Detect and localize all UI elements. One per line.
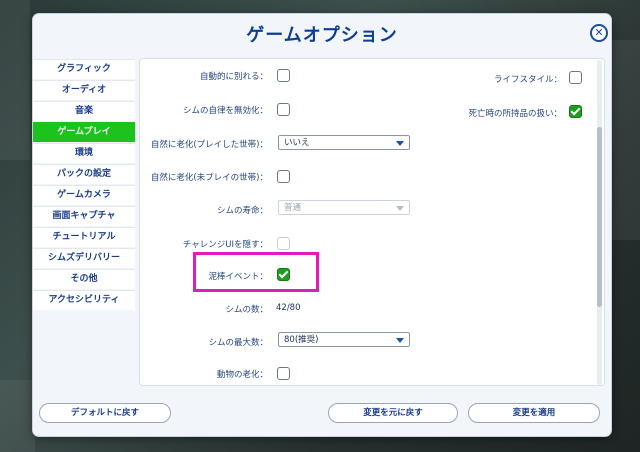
aging-played-value: いいえ [284, 138, 310, 148]
highlight-box [193, 252, 319, 292]
auto-breakup-label: 自動的に別れる： [199, 72, 268, 82]
scrollbar-thumb[interactable] [597, 127, 602, 307]
chevron-down-icon [396, 206, 404, 211]
sidebar-item-0[interactable]: グラフィック [33, 59, 135, 79]
sim-count-value: 42/80 [276, 303, 301, 313]
chevron-down-icon [396, 338, 404, 343]
sidebar-item-10[interactable]: その他 [33, 269, 135, 289]
auto-breakup-checkbox[interactable] [277, 69, 290, 82]
lifespan-label: シムの寿命： [216, 206, 268, 216]
disable-autonomy-checkbox[interactable] [277, 103, 290, 116]
death-inventory-checkbox[interactable] [569, 105, 582, 118]
lifespan-select[interactable]: 普通 [278, 200, 410, 215]
max-sims-value: 80(推奨) [284, 335, 319, 345]
sidebar-item-3[interactable]: ゲームプレイ [33, 122, 135, 142]
disable-autonomy-label: シムの自律を無効化： [182, 106, 268, 116]
sidebar-item-6[interactable]: ゲームカメラ [33, 185, 135, 205]
max-sims-label: シムの最大数： [208, 338, 268, 348]
lifespan-value: 普通 [284, 203, 302, 213]
pet-aging-checkbox[interactable] [277, 367, 290, 380]
sidebar-item-8[interactable]: チュートリアル [33, 227, 135, 247]
sidebar-item-4[interactable]: 環境 [33, 143, 135, 163]
sidebar-item-9[interactable]: シムズデリバリー [33, 248, 135, 268]
apply-changes-button[interactable]: 変更を適用 [468, 403, 600, 423]
hide-challenge-ui-checkbox[interactable] [277, 237, 290, 250]
aging-played-label: 自然に老化(プレイした世帯)： [150, 140, 268, 150]
sidebar-item-2[interactable]: 音楽 [33, 101, 135, 121]
reset-default-button[interactable]: デフォルトに戻す [39, 403, 171, 423]
hide-challenge-ui-label: チャレンジUIを隠す： [182, 240, 268, 250]
sidebar-item-5[interactable]: パックの設定 [33, 164, 135, 184]
lifestyle-label: ライフスタイル： [493, 75, 562, 85]
aging-unplayed-checkbox[interactable] [277, 170, 290, 183]
sidebar-item-11[interactable]: アクセシビリティ [33, 290, 135, 310]
max-sims-select[interactable]: 80(推奨) [278, 332, 410, 347]
sidebar-item-1[interactable]: オーディオ [33, 80, 135, 100]
revert-changes-button[interactable]: 変更を元に戻す [328, 403, 458, 423]
lifestyle-checkbox[interactable] [569, 71, 582, 84]
sim-count-label: シムの数： [225, 305, 268, 315]
options-sidebar: グラフィック オーディオ 音楽 ゲームプレイ 環境 パックの設定 ゲームカメラ 画面キャプチャ… [33, 59, 135, 311]
sidebar-item-7[interactable]: 画面キャプチャ [33, 206, 135, 226]
chevron-down-icon [396, 141, 404, 146]
dialog-title: ゲームオプション [246, 25, 398, 46]
aging-played-select[interactable]: いいえ [278, 135, 410, 150]
pet-aging-label: 動物の老化： [216, 370, 268, 380]
aging-unplayed-label: 自然に老化(未プレイの世帯)： [150, 173, 268, 183]
death-inventory-label: 死亡時の所持品の扱い： [468, 109, 562, 119]
close-icon[interactable]: ✕ [590, 24, 608, 42]
